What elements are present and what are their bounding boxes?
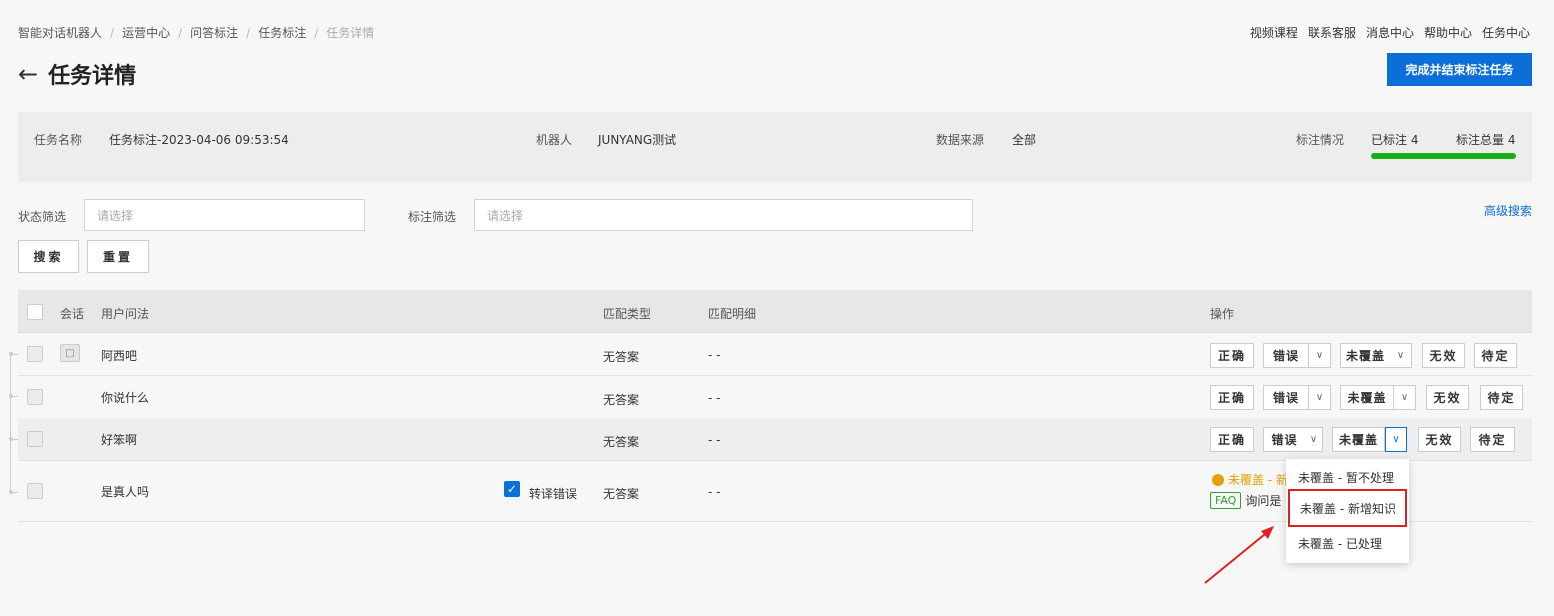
row-checkbox[interactable] bbox=[27, 389, 43, 405]
uncovered-dropdown-chevron-icon[interactable]: ∨ bbox=[1394, 385, 1416, 410]
row-status: 未覆盖 - 新 bbox=[1212, 471, 1288, 488]
invalid-button[interactable]: 无效 bbox=[1426, 385, 1469, 410]
source-label: 数据来源 bbox=[936, 133, 985, 147]
search-button[interactable]: 搜索 bbox=[18, 240, 79, 273]
uncovered-button[interactable]: 未覆盖 bbox=[1332, 427, 1385, 452]
pending-button[interactable]: 待定 bbox=[1470, 427, 1515, 452]
mark-filter-label: 标注筛选 bbox=[408, 210, 457, 224]
row-faq: FAQ 询问是 bbox=[1210, 492, 1281, 509]
link-message-center[interactable]: 消息中心 bbox=[1366, 24, 1414, 41]
link-contact-support[interactable]: 联系客服 bbox=[1308, 24, 1356, 41]
pending-button[interactable]: 待定 bbox=[1480, 385, 1523, 410]
wrong-button[interactable]: 错误 bbox=[1263, 427, 1305, 452]
row-query: 阿西吧 bbox=[101, 349, 138, 363]
breadcrumb-separator: / bbox=[110, 25, 115, 40]
row-query: 是真人吗 bbox=[101, 485, 150, 499]
row-query: 你说什么 bbox=[101, 391, 150, 405]
uncovered-dropdown-chevron-icon[interactable]: ∨ bbox=[1390, 343, 1412, 368]
breadcrumb-separator: / bbox=[246, 25, 251, 40]
header-match-type: 匹配类型 bbox=[603, 307, 652, 321]
faq-text: 询问是 bbox=[1245, 494, 1282, 508]
link-video-course[interactable]: 视频课程 bbox=[1250, 24, 1298, 41]
mark-filter-select[interactable]: 请选择 bbox=[474, 199, 973, 231]
row-match-type: 无答案 bbox=[603, 393, 640, 407]
breadcrumb-item-robot[interactable]: 智能对话机器人 bbox=[18, 24, 102, 41]
breadcrumb-current: 任务详情 bbox=[326, 26, 375, 40]
task-name-label: 任务名称 bbox=[34, 133, 83, 147]
table-row[interactable]: □ 阿西吧 无答案 - - 正确 错误 ∨ 未覆盖 ∨ 无效 待定 bbox=[18, 333, 1532, 376]
breadcrumb-item-ops[interactable]: 运营中心 bbox=[122, 24, 170, 41]
row-match-detail: - - bbox=[708, 348, 721, 362]
header-ops: 操作 bbox=[1210, 307, 1235, 321]
row-match-type: 无答案 bbox=[603, 435, 640, 449]
session-tree-line bbox=[9, 352, 19, 494]
uncovered-button[interactable]: 未覆盖 bbox=[1340, 343, 1390, 368]
table-row[interactable]: 好笨啊 无答案 - - 正确 错误 ∨ 未覆盖 ∨ 无效 待定 bbox=[18, 418, 1532, 461]
annotation-arrow-icon bbox=[1204, 526, 1274, 584]
row-match-type: 无答案 bbox=[603, 487, 640, 501]
faq-tag: FAQ bbox=[1210, 492, 1242, 509]
row-checkbox[interactable] bbox=[27, 346, 43, 362]
wrong-button[interactable]: 错误 bbox=[1263, 385, 1309, 410]
status-filter-select[interactable]: 请选择 bbox=[84, 199, 365, 231]
task-name-value: 任务标注-2023-04-06 09:53:54 bbox=[109, 133, 289, 147]
row-query: 好笨啊 bbox=[101, 433, 138, 447]
header-session: 会话 bbox=[60, 307, 85, 321]
robot-value: JUNYANG测试 bbox=[598, 133, 677, 147]
correct-button[interactable]: 正确 bbox=[1210, 343, 1254, 368]
link-task-center[interactable]: 任务中心 bbox=[1482, 24, 1530, 41]
select-all-checkbox[interactable] bbox=[27, 304, 43, 320]
label-progress-bar bbox=[1371, 153, 1516, 159]
page-header: ← 任务详情 bbox=[18, 58, 136, 90]
labeled-count: 已标注 4 bbox=[1371, 133, 1419, 147]
dropdown-option-add-knowledge[interactable]: 未覆盖 - 新增知识 bbox=[1288, 489, 1407, 527]
row-checkbox[interactable] bbox=[27, 431, 43, 447]
status-label: 标注情况 bbox=[1296, 133, 1345, 147]
status-filter-label: 状态筛选 bbox=[18, 210, 67, 224]
advanced-search-link[interactable]: 高级搜索 bbox=[1484, 202, 1532, 219]
breadcrumb-separator: / bbox=[178, 25, 183, 40]
wrong-button[interactable]: 错误 bbox=[1263, 343, 1309, 368]
breadcrumb: 智能对话机器人 / 运营中心 / 问答标注 / 任务标注 / 任务详情 bbox=[18, 24, 374, 41]
correct-button[interactable]: 正确 bbox=[1210, 427, 1254, 452]
invalid-button[interactable]: 无效 bbox=[1422, 343, 1465, 368]
breadcrumb-item-task[interactable]: 任务标注 bbox=[258, 24, 306, 41]
table-row[interactable]: 你说什么 无答案 - - 正确 错误 ∨ 未覆盖 ∨ 无效 待定 bbox=[18, 376, 1532, 419]
breadcrumb-separator: / bbox=[314, 25, 319, 40]
top-links: 视频课程 联系客服 消息中心 帮助中心 任务中心 bbox=[1250, 24, 1530, 41]
row-match-detail: - - bbox=[708, 485, 721, 499]
wrong-dropdown-chevron-icon[interactable]: ∨ bbox=[1309, 385, 1331, 410]
row-status-text: 未覆盖 - 新 bbox=[1228, 473, 1288, 487]
wrong-dropdown-chevron-icon[interactable]: ∨ bbox=[1309, 343, 1331, 368]
breadcrumb-item-qa[interactable]: 问答标注 bbox=[190, 24, 238, 41]
transfer-error-label: 转译错误 bbox=[529, 487, 578, 501]
finish-task-button[interactable]: 完成并结束标注任务 bbox=[1387, 53, 1532, 86]
row-match-type: 无答案 bbox=[603, 350, 640, 364]
back-arrow-icon[interactable]: ← bbox=[18, 62, 38, 86]
invalid-button[interactable]: 无效 bbox=[1418, 427, 1461, 452]
header-match-detail: 匹配明细 bbox=[708, 307, 757, 321]
task-info-panel: 任务名称 任务标注-2023-04-06 09:53:54 机器人 JUNYAN… bbox=[18, 112, 1532, 182]
correct-button[interactable]: 正确 bbox=[1210, 385, 1254, 410]
table-header: 会话 用户问法 匹配类型 匹配明细 操作 bbox=[18, 290, 1532, 333]
row-match-detail: - - bbox=[708, 433, 721, 447]
wrong-dropdown-chevron-icon[interactable]: ∨ bbox=[1305, 427, 1323, 452]
uncovered-button[interactable]: 未覆盖 bbox=[1340, 385, 1394, 410]
chat-bubble-icon[interactable]: □ bbox=[60, 344, 80, 362]
uncovered-dropdown-chevron-icon[interactable]: ∨ bbox=[1385, 427, 1407, 452]
row-checkbox[interactable] bbox=[27, 483, 43, 499]
page-title: 任务详情 bbox=[48, 64, 137, 89]
reset-button[interactable]: 重置 bbox=[87, 240, 149, 273]
pending-button[interactable]: 待定 bbox=[1474, 343, 1517, 368]
warning-dot-icon bbox=[1212, 473, 1224, 486]
uncovered-dropdown-menu: 未覆盖 - 暂不处理 未覆盖 - 新增知识 未覆盖 - 已处理 bbox=[1286, 459, 1409, 563]
row-match-detail: - - bbox=[708, 391, 721, 405]
dropdown-option-processed[interactable]: 未覆盖 - 已处理 bbox=[1286, 527, 1409, 560]
transfer-error-checkbox[interactable]: ✓ bbox=[504, 481, 520, 497]
source-value: 全部 bbox=[1012, 133, 1037, 147]
header-query: 用户问法 bbox=[101, 307, 150, 321]
total-count: 标注总量 4 bbox=[1456, 133, 1516, 147]
robot-label: 机器人 bbox=[536, 133, 573, 147]
link-help-center[interactable]: 帮助中心 bbox=[1424, 24, 1472, 41]
